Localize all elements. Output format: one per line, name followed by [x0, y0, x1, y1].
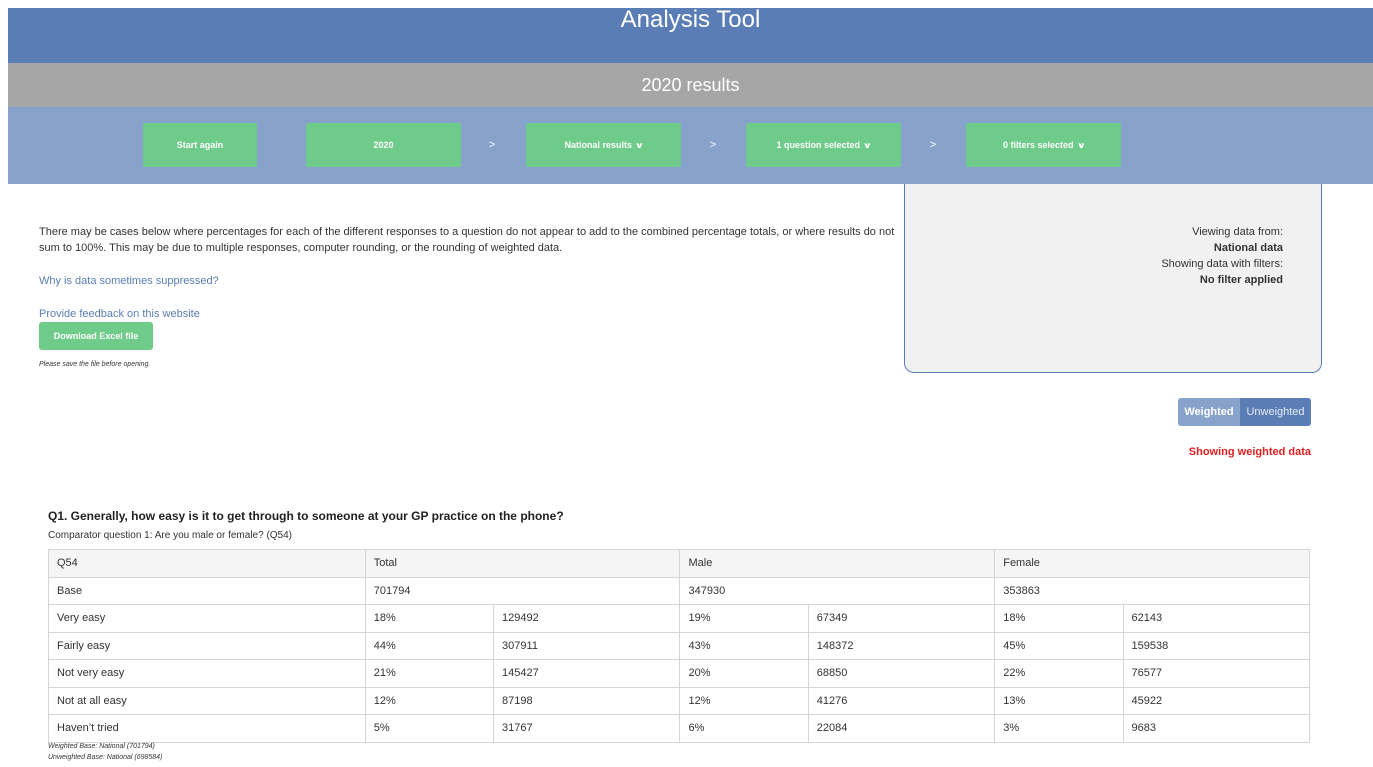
table-header-cell: Male — [679, 549, 996, 578]
table-row: Haven’t tried 5% 31767 6% 22084 3% 9683 — [48, 714, 1311, 743]
save-note: Please save the file before opening. — [39, 361, 151, 368]
results-dropdown-label: National results — [564, 140, 633, 150]
table-cell: 353863 — [994, 576, 1310, 605]
data-info-panel: Viewing data from: National data Showing… — [904, 184, 1322, 373]
table-cell: 44% — [364, 631, 495, 660]
table-cell: 6% — [679, 714, 809, 743]
start-again-label: Start again — [176, 140, 224, 150]
viewing-label: Viewing data from: — [1192, 226, 1283, 238]
filters-label: Showing data with filters: — [1161, 258, 1283, 270]
unweighted-toggle-button[interactable]: Unweighted — [1240, 398, 1311, 426]
table-header-cell: Q54 — [48, 549, 366, 578]
table-cell: 68850 — [807, 659, 996, 688]
filters-dropdown-label: 0 filters selected — [1002, 140, 1074, 150]
table-cell: 76577 — [1122, 659, 1311, 688]
table-header-cell: Female — [994, 549, 1310, 578]
results-table: Q54 Total Male Female Base 701794 347930… — [48, 549, 1311, 743]
row-label: Not very easy — [48, 659, 366, 688]
step-arrow: > — [488, 139, 496, 151]
chevron-down-icon: ∨ — [1076, 140, 1086, 150]
table-header-cell: Total — [364, 549, 681, 578]
step-arrow: > — [929, 139, 937, 151]
table-row: Very easy 18% 129492 19% 67349 18% 62143 — [48, 604, 1311, 633]
table-row: Not very easy 21% 145427 20% 68850 22% 7… — [48, 659, 1311, 688]
table-cell: 67349 — [807, 604, 996, 633]
step-arrow: > — [709, 139, 717, 151]
title-bar: Analysis Tool — [8, 8, 1373, 63]
table-cell: 9683 — [1122, 714, 1311, 743]
question-title: Q1. Generally, how easy is it to get thr… — [48, 509, 564, 523]
table-cell: 20% — [679, 659, 809, 688]
chevron-down-icon: ∨ — [634, 140, 644, 150]
table-cell: 12% — [364, 686, 495, 715]
table-cell: 148372 — [807, 631, 996, 660]
national-results-dropdown[interactable]: National results ∨ — [526, 123, 681, 167]
year-button[interactable]: 2020 — [306, 123, 461, 167]
weighted-toggle-button[interactable]: Weighted — [1178, 398, 1240, 426]
unweighted-base-note: Unweighted Base: National (698584) — [48, 754, 163, 761]
table-cell: 5% — [364, 714, 495, 743]
year-bar: 2020 results — [8, 63, 1373, 107]
questions-dropdown-label: 1 question selected — [776, 140, 861, 150]
suppressed-data-link[interactable]: Why is data sometimes suppressed? — [39, 275, 219, 287]
table-cell: 18% — [994, 604, 1124, 633]
table-cell: 12% — [679, 686, 809, 715]
table-row: Not at all easy 12% 87198 12% 41276 13% … — [48, 686, 1311, 715]
table-cell: 307911 — [493, 631, 681, 660]
data-info: Viewing data from: National data Showing… — [1161, 224, 1283, 288]
table-cell: 62143 — [1122, 604, 1311, 633]
table-cell: 43% — [679, 631, 809, 660]
intro-text: There may be cases below where percentag… — [39, 226, 895, 254]
table-cell: 701794 — [364, 576, 681, 605]
table-cell: 129492 — [493, 604, 681, 633]
feedback-link[interactable]: Provide feedback on this website — [39, 308, 200, 320]
row-label: Not at all easy — [48, 686, 366, 715]
row-label: Base — [48, 576, 366, 605]
page-title: Analysis Tool — [620, 6, 761, 33]
viewing-value: National data — [1213, 242, 1283, 254]
row-label: Fairly easy — [48, 631, 366, 660]
weighting-status: Showing weighted data — [1188, 446, 1311, 458]
results-year-title: 2020 results — [641, 75, 740, 95]
table-cell: 41276 — [807, 686, 996, 715]
row-label: Haven’t tried — [48, 714, 366, 743]
table-cell: 13% — [994, 686, 1124, 715]
table-cell: 45% — [994, 631, 1124, 660]
weighting-toggle: Weighted Unweighted — [1178, 398, 1311, 426]
download-label: Download Excel file — [53, 331, 139, 341]
filters-value: No filter applied — [1199, 274, 1283, 286]
table-cell: 19% — [679, 604, 809, 633]
table-cell: 159538 — [1122, 631, 1311, 660]
start-again-button[interactable]: Start again — [143, 123, 257, 167]
weighted-base-note: Weighted Base: National (701794) — [48, 743, 155, 750]
table-row: Fairly easy 44% 307911 43% 148372 45% 15… — [48, 631, 1311, 660]
row-label: Very easy — [48, 604, 366, 633]
table-cell: 22% — [994, 659, 1124, 688]
table-cell: 31767 — [493, 714, 681, 743]
filters-selected-dropdown[interactable]: 0 filters selected ∨ — [966, 123, 1121, 167]
table-cell: 21% — [364, 659, 495, 688]
chevron-down-icon: ∨ — [862, 140, 872, 150]
table-header-row: Q54 Total Male Female — [48, 549, 1310, 578]
download-excel-button[interactable]: Download Excel file — [39, 322, 153, 350]
table-cell: 45922 — [1122, 686, 1311, 715]
table-row: Base 701794 347930 353863 — [48, 576, 1310, 605]
table-cell: 145427 — [493, 659, 681, 688]
table-cell: 3% — [994, 714, 1124, 743]
table-cell: 18% — [364, 604, 495, 633]
question-selected-dropdown[interactable]: 1 question selected ∨ — [746, 123, 901, 167]
table-cell: 347930 — [679, 576, 996, 605]
selection-nav-bar: Start again 2020 > National results ∨ > … — [8, 107, 1373, 184]
table-cell: 22084 — [807, 714, 996, 743]
comparator-question: Comparator question 1: Are you male or f… — [48, 530, 293, 541]
table-cell: 87198 — [493, 686, 681, 715]
year-label: 2020 — [373, 140, 394, 150]
